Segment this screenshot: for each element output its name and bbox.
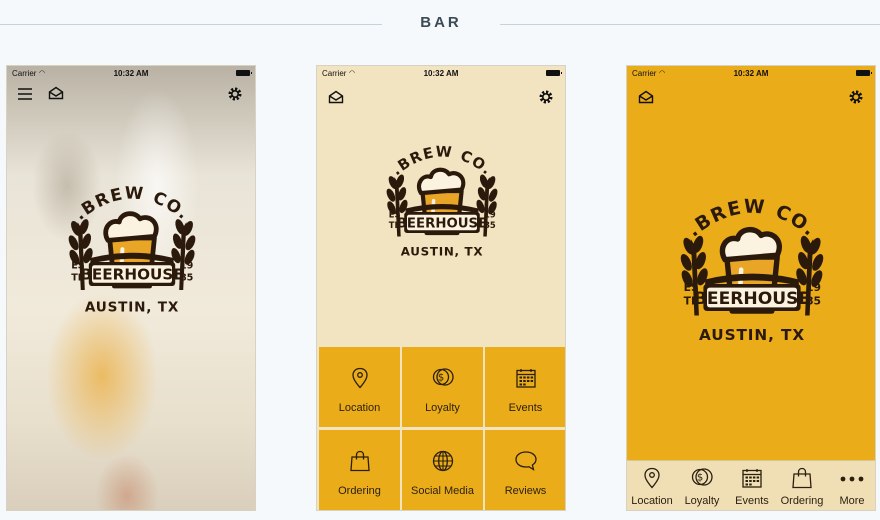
svg-text:ES: ES [71, 260, 85, 271]
beerhouse-logo: .BREW CO. BEERHOUSE ES TB 19 85 AUSTIN, TX [372, 128, 512, 273]
svg-text:BEERHOUSE: BEERHOUSE [80, 266, 183, 284]
grid-tile-reviews[interactable]: Reviews [485, 430, 565, 510]
svg-text:$: $ [437, 373, 443, 384]
header-divider-right [500, 24, 880, 25]
svg-text:19: 19 [180, 260, 194, 271]
settings-gear-icon[interactable] [848, 89, 864, 105]
battery-icon [856, 70, 872, 76]
tab-label: Location [631, 495, 673, 507]
svg-text:TB: TB [684, 295, 700, 308]
status-bar: Carrier ◠ 10:32 AM [317, 66, 565, 82]
section-title: BAR [420, 14, 462, 31]
chat-bubble-icon [485, 450, 565, 472]
shopping-bag-icon [777, 467, 827, 489]
tab-bar: Location $ Loyalty Events Ordering More [627, 460, 875, 510]
phone-screen-tabbar: Carrier ◠ 10:32 AM .BREW CO. BEERHOUSE ES T… [626, 65, 876, 511]
grid-tile-label: Events [508, 402, 543, 414]
status-time: 10:32 AM [733, 69, 769, 78]
svg-text:AUSTIN, TX: AUSTIN, TX [401, 244, 483, 258]
svg-text:BEERHOUSE: BEERHOUSE [694, 289, 810, 309]
status-time: 10:32 AM [423, 69, 459, 78]
battery-icon [546, 70, 562, 76]
tab-label: Ordering [780, 495, 824, 507]
battery-icon [236, 70, 252, 76]
tab-location[interactable]: Location [627, 461, 677, 510]
grid-tile-loyalty[interactable]: $ Loyalty [402, 347, 483, 427]
svg-text:85: 85 [180, 272, 193, 283]
grid-tile-social-media[interactable]: Social Media [402, 430, 483, 510]
svg-text:AUSTIN, TX: AUSTIN, TX [85, 300, 179, 316]
beerhouse-logo: .BREW CO. BEERHOUSE ES TB 19 85 AUSTIN, TX [52, 166, 212, 331]
inbox-icon[interactable] [638, 90, 654, 104]
shopping-bag-icon [319, 450, 400, 472]
phone-screen-photo: Carrier ◠ 10:32 AM .BREW CO. BEERHOUSE ES T… [6, 65, 256, 511]
grid-tile-label: Social Media [411, 485, 474, 497]
grid-tile-label: Location [338, 402, 381, 414]
more-dots-icon [827, 467, 875, 489]
svg-text:85: 85 [484, 220, 496, 230]
grid-tile-events[interactable]: Events [485, 347, 565, 427]
tab-ordering[interactable]: Ordering [777, 461, 827, 510]
svg-text:AUSTIN, TX: AUSTIN, TX [699, 326, 805, 344]
status-bar: Carrier ◠ 10:32 AM [627, 66, 875, 82]
settings-gear-icon[interactable] [538, 89, 554, 105]
svg-text:$: $ [697, 473, 703, 484]
grid-tile-ordering[interactable]: Ordering [319, 430, 400, 510]
phone-screen-grid: Carrier ◠ 10:32 AM .BREW CO. BEERHOUSE ES T… [316, 65, 566, 511]
svg-text:19: 19 [484, 210, 496, 220]
tab-more[interactable]: More [827, 461, 875, 510]
grid-tile-label: Reviews [504, 485, 547, 497]
svg-text:85: 85 [806, 295, 821, 308]
grid-tile-location[interactable]: Location [319, 347, 400, 427]
status-bar: Carrier ◠ 10:32 AM [7, 66, 255, 82]
tab-label: More [839, 495, 865, 507]
inbox-icon[interactable] [48, 86, 64, 100]
feature-grid: Location $ Loyalty Events Ordering Social Med… [317, 345, 565, 510]
section-header: BAR [0, 0, 880, 50]
coin-icon: $ [402, 367, 483, 387]
location-pin-icon [319, 367, 400, 389]
tab-label: Events [735, 495, 769, 507]
menu-icon[interactable] [17, 87, 33, 101]
location-pin-icon [627, 467, 677, 489]
status-time: 10:32 AM [113, 69, 149, 78]
svg-text:ES: ES [684, 281, 699, 294]
svg-text:19: 19 [806, 281, 821, 294]
inbox-icon[interactable] [328, 90, 344, 104]
grid-tile-label: Loyalty [425, 402, 460, 414]
calendar-icon [727, 467, 777, 489]
coin-icon: $ [677, 467, 727, 487]
tab-label: Loyalty [684, 495, 720, 507]
svg-text:TB: TB [71, 272, 85, 283]
beerhouse-logo: .BREW CO. BEERHOUSE ES TB 19 85 AUSTIN, TX [662, 176, 842, 361]
calendar-icon [485, 367, 565, 389]
globe-icon [402, 450, 483, 472]
settings-gear-icon[interactable] [227, 86, 243, 102]
header-divider-left [0, 24, 382, 25]
svg-text:BEERHOUSE: BEERHOUSE [397, 216, 487, 231]
svg-text:TB: TB [389, 220, 401, 230]
tab-loyalty[interactable]: $ Loyalty [677, 461, 727, 510]
svg-text:ES: ES [389, 210, 401, 220]
tab-events[interactable]: Events [727, 461, 777, 510]
grid-tile-label: Ordering [338, 485, 381, 497]
